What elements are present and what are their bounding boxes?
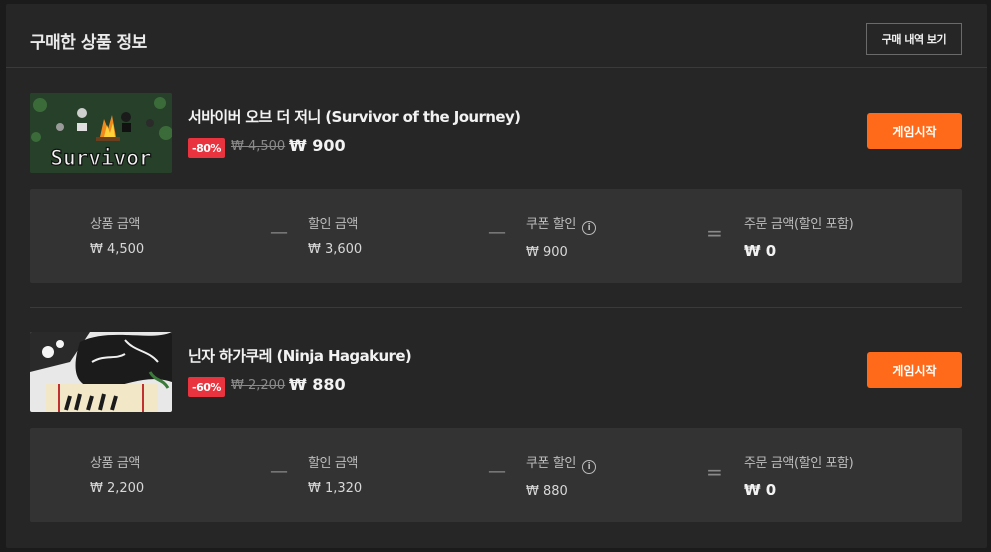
minus-icon: — — [270, 222, 288, 243]
summary-label: 할인 금액 — [308, 217, 358, 232]
summary-value: ₩ 3,600 — [308, 242, 363, 257]
product-thumbnail-survivor[interactable]: Survivor — [30, 93, 172, 173]
summary-value: ₩ 0 — [744, 481, 777, 499]
page-title: 구매한 상품 정보 — [30, 33, 147, 53]
minus-icon: — — [488, 222, 506, 243]
summary-order-amount: 주문 금액(할인 포함) ₩ 0 — [744, 452, 854, 499]
price-summary: 상품 금액 ₩ 4,500 — 할인 금액 ₩ 3,600 — 쿠폰 할인 i ₩… — [30, 189, 962, 283]
summary-label: 할인 금액 — [308, 456, 358, 471]
summary-coupon-discount: 쿠폰 할인 i ₩ 900 — [526, 213, 596, 260]
summary-value: ₩ 0 — [744, 242, 777, 260]
summary-label: 상품 금액 — [90, 456, 140, 471]
summary-label: 쿠폰 할인 — [526, 456, 576, 471]
summary-label: 쿠폰 할인 — [526, 217, 576, 232]
product-title[interactable]: 서바이버 오브 더 저니 (Survivor of the Journey) — [188, 106, 521, 127]
summary-label: 상품 금액 — [90, 217, 140, 232]
product-item: 닌자 하가쿠레 (Ninja Hagakure) -60% ₩ 2,200 ₩ … — [30, 332, 962, 522]
original-price: ₩ 2,200 — [231, 378, 286, 393]
summary-label: 주문 금액(할인 포함) — [744, 456, 854, 471]
sale-price: ₩ 880 — [289, 375, 346, 394]
info-icon[interactable]: i — [581, 460, 596, 474]
purchased-products-panel: 구매한 상품 정보 구매 내역 보기 Survivor 서바이버 오브 더 저니… — [6, 4, 987, 548]
minus-icon: — — [488, 461, 506, 482]
product-item: Survivor 서바이버 오브 더 저니 (Survivor of the J… — [30, 93, 962, 283]
discount-badge: -80% — [188, 138, 225, 158]
summary-label: 주문 금액(할인 포함) — [744, 217, 854, 232]
thumbnail-logo-text: Survivor — [50, 146, 151, 170]
summary-value: ₩ 1,320 — [308, 481, 363, 496]
product-divider — [30, 307, 962, 308]
info-icon[interactable]: i — [581, 221, 596, 235]
summary-value: ₩ 2,200 — [90, 481, 145, 496]
product-title[interactable]: 닌자 하가쿠레 (Ninja Hagakure) — [188, 345, 412, 366]
minus-icon: — — [270, 461, 288, 482]
summary-order-amount: 주문 금액(할인 포함) ₩ 0 — [744, 213, 854, 260]
summary-product-amount: 상품 금액 ₩ 2,200 — [90, 452, 144, 496]
equals-icon: = — [706, 460, 723, 484]
discount-badge: -60% — [188, 377, 225, 397]
price-summary: 상품 금액 ₩ 2,200 — 할인 금액 ₩ 1,320 — 쿠폰 할인 i ₩… — [30, 428, 962, 522]
game-start-button[interactable]: 게임시작 — [867, 352, 962, 388]
purchase-history-button[interactable]: 구매 내역 보기 — [866, 23, 962, 55]
summary-value: ₩ 880 — [526, 484, 568, 499]
summary-discount-amount: 할인 금액 ₩ 1,320 — [308, 452, 362, 496]
sale-price: ₩ 900 — [289, 136, 346, 155]
summary-discount-amount: 할인 금액 ₩ 3,600 — [308, 213, 362, 257]
game-start-button[interactable]: 게임시작 — [867, 113, 962, 149]
summary-value: ₩ 4,500 — [90, 242, 145, 257]
panel-header: 구매한 상품 정보 구매 내역 보기 — [6, 4, 987, 68]
summary-value: ₩ 900 — [526, 245, 568, 260]
original-price: ₩ 4,500 — [231, 139, 286, 154]
product-thumbnail-ninja[interactable] — [30, 332, 172, 412]
summary-product-amount: 상품 금액 ₩ 4,500 — [90, 213, 144, 257]
equals-icon: = — [706, 221, 723, 245]
summary-coupon-discount: 쿠폰 할인 i ₩ 880 — [526, 452, 596, 499]
